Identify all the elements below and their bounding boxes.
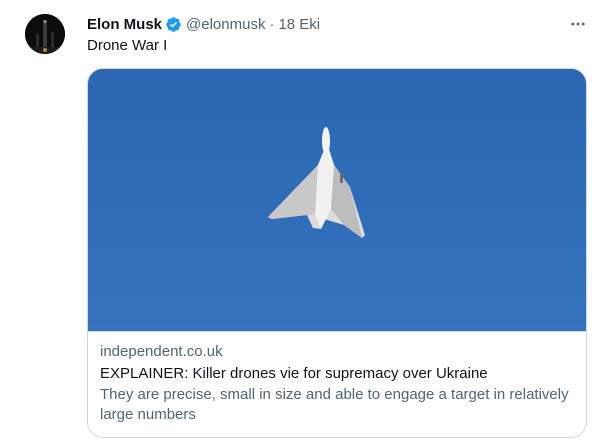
card-title: EXPLAINER: Killer drones vie for suprema… [100, 365, 488, 382]
author-handle[interactable]: @elonmusk [186, 16, 265, 33]
separator-dot: · [269, 15, 275, 33]
card-description: They are precise, small in size and able… [100, 386, 569, 423]
tweet-header: Elon Musk @elonmusk · 18 Eki [87, 14, 320, 34]
tweet-text: Drone War I [87, 37, 168, 54]
tweet[interactable]: Elon Musk @elonmusk · 18 Eki Drone War I [0, 0, 600, 447]
card-domain: independent.co.uk [100, 343, 223, 360]
author-name[interactable]: Elon Musk [87, 16, 162, 33]
verified-badge-icon [165, 16, 182, 33]
avatar-image [25, 14, 65, 54]
tweet-date[interactable]: 18 Eki [278, 16, 320, 33]
card-body: independent.co.uk EXPLAINER: Killer dron… [88, 331, 586, 437]
avatar[interactable] [25, 14, 65, 54]
more-options-button[interactable] [566, 12, 590, 36]
card-image[interactable] [88, 69, 586, 331]
link-card[interactable]: independent.co.uk EXPLAINER: Killer dron… [87, 68, 587, 438]
drone-photo [88, 69, 586, 331]
more-horizontal-icon [571, 22, 585, 26]
